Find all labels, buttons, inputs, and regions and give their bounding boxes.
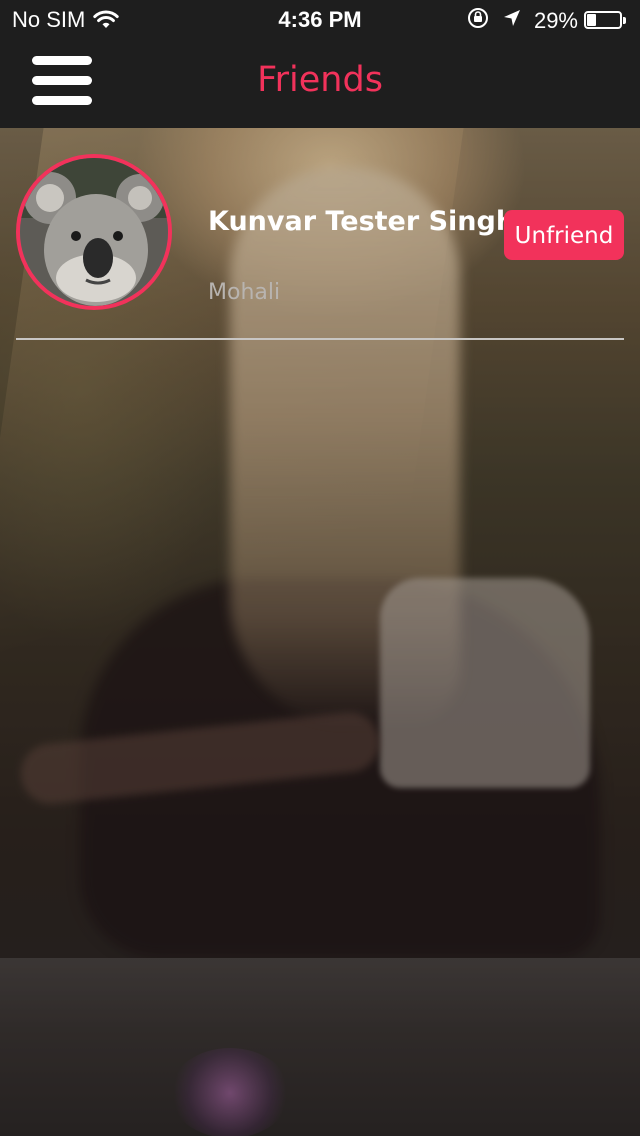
friends-screen: No SIM 4:36 PM 29% Friends Kunvar Tester… [0,0,640,1136]
nav-bar: Friends [0,40,640,128]
unfriend-button[interactable]: Unfriend [504,210,624,260]
location-arrow-icon [502,8,522,34]
page-title: Friends [257,60,383,100]
koala-avatar[interactable] [16,154,172,310]
status-bar: No SIM 4:36 PM 29% [0,0,640,40]
friend-list-item[interactable]: Kunvar Tester Singh Mohali Unfriend [16,152,624,340]
battery-percent: 29% [533,8,578,33]
row-divider [16,338,624,340]
status-right: 29% [466,7,628,35]
friend-name: Kunvar Tester Singh [208,206,516,237]
friend-city: Mohali [208,280,281,305]
battery-level-fill [587,14,596,26]
battery-icon [584,11,628,31]
orientation-lock-icon [466,7,490,35]
